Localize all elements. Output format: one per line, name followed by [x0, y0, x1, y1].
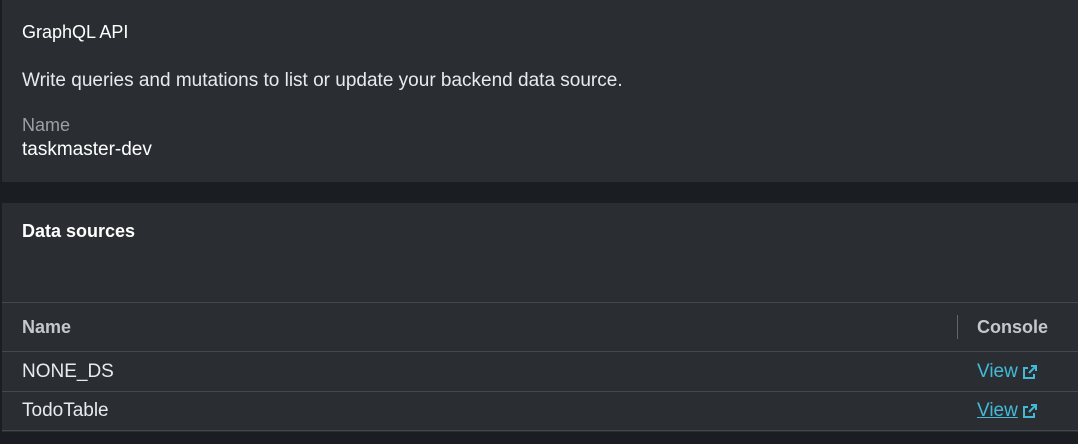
view-console-link[interactable]: View — [977, 400, 1038, 422]
column-divider[interactable] — [957, 315, 958, 339]
view-console-link[interactable]: View — [977, 361, 1038, 383]
name-label: Name — [22, 115, 71, 135]
data-sources-table: Name Console NONE_DS View TodoTable View — [2, 302, 1078, 431]
table-row: TodoTable View — [2, 391, 1078, 431]
view-link-label: View — [977, 400, 1018, 421]
data-sources-title: Data sources — [22, 221, 136, 241]
column-header-console[interactable]: Console — [977, 303, 1048, 351]
external-link-icon — [1022, 404, 1037, 418]
table-header: Name Console — [2, 302, 1078, 351]
data-source-name: NONE_DS — [22, 360, 114, 382]
table-row: NONE_DS View — [2, 351, 1078, 391]
column-header-name[interactable]: Name — [22, 303, 71, 351]
external-link-icon — [1022, 364, 1037, 379]
data-source-name: TodoTable — [22, 400, 109, 421]
name-value: taskmaster-dev — [22, 139, 152, 160]
console-cell: View — [977, 392, 1038, 430]
panel-title: GraphQL API — [22, 22, 129, 42]
view-link-label: View — [977, 360, 1018, 382]
graphql-api-panel: GraphQL API Write queries and mutations … — [2, 0, 1078, 182]
panel-description: Write queries and mutations to list or u… — [22, 70, 623, 91]
data-sources-panel: Data sources Name Console NONE_DS View T… — [2, 203, 1078, 432]
console-cell: View — [977, 352, 1038, 391]
